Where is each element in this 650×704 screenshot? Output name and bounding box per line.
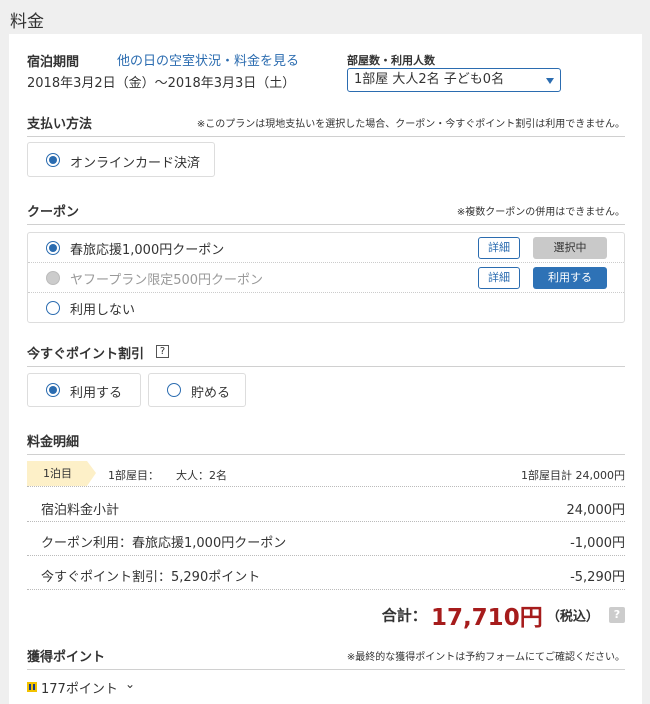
coupon-detail-button[interactable]: 詳細 <box>478 267 520 289</box>
rooms-select-value: 1部屋 大人2名 子ども0名 <box>354 72 505 87</box>
coupon-item[interactable]: 春旅応援1,000円クーポン 詳細 選択中 <box>28 233 624 263</box>
points-header: 今すぐポイント割引 ? <box>27 343 625 367</box>
room-total: 1部屋目計 24,000円 <box>521 469 625 482</box>
coupon-label: ヤフープラン限定500円クーポン <box>70 273 264 288</box>
total-value: 17,710円 <box>430 605 543 631</box>
radio-unchecked-icon <box>46 301 60 315</box>
radio-disabled-icon <box>46 271 60 285</box>
payment-option-label: オンラインカード決済 <box>70 156 201 171</box>
stay-dates: 2018年3月2日（金）〜2018年3月3日（土） <box>27 76 296 91</box>
rooms-select[interactable]: 1部屋 大人2名 子ども0名 <box>347 68 561 92</box>
payment-option-card[interactable]: オンラインカード決済 <box>27 142 215 177</box>
tpoint-icon <box>27 682 37 692</box>
radio-checked-icon <box>46 153 60 167</box>
payment-title: 支払い方法 <box>27 117 93 132</box>
availability-link[interactable]: 他の日の空室状況・料金を見る <box>117 50 299 69</box>
coupon-item[interactable]: 利用しない <box>28 293 624 323</box>
points-title: 今すぐポイント割引 <box>27 347 145 362</box>
night-tag: 1泊目 <box>27 461 87 486</box>
points-use-label: 利用する <box>70 386 123 401</box>
breakdown-row-label: 今すぐポイント割引：5,290ポイント <box>41 570 261 585</box>
stay-label: 宿泊期間 <box>27 55 80 70</box>
help-icon[interactable]: ? <box>156 345 169 358</box>
breakdown-row-value: -1,000円 <box>570 536 625 551</box>
radio-checked-icon <box>46 241 60 255</box>
breakdown-row-label: 宿泊料金小計 <box>41 503 120 518</box>
chevron-down-icon <box>546 78 554 84</box>
tax-label: （税込） <box>546 609 599 625</box>
points-save-label: 貯める <box>191 386 231 401</box>
guests-label: 大人：2名 <box>176 469 227 482</box>
total-label: 合計： <box>381 606 427 625</box>
coupon-note: ※複数クーポンの併用はできません。 <box>456 207 625 218</box>
points-use-option[interactable]: 利用する <box>27 373 141 407</box>
coupon-selected-button[interactable]: 選択中 <box>533 237 607 259</box>
breakdown-row-value: 24,000円 <box>566 503 626 518</box>
earned-header: 獲得ポイント ※最終的な獲得ポイントは予約フォームにてご確認ください。 <box>27 646 625 670</box>
coupon-use-button[interactable]: 利用する <box>533 267 607 289</box>
coupon-detail-button[interactable]: 詳細 <box>478 237 520 259</box>
breakdown-row: クーポン利用：春旅応援1,000円クーポン -1,000円 <box>27 522 625 556</box>
chevron-down-icon: ⌄ <box>125 677 136 691</box>
payment-note: ※このプランは現地支払いを選択した場合、クーポン・今すぐポイント割引は利用できま… <box>196 119 625 130</box>
radio-unchecked-icon <box>167 383 181 397</box>
help-icon[interactable]: ? <box>609 607 625 623</box>
coupon-list: 春旅応援1,000円クーポン 詳細 選択中 ヤフープラン限定500円クーポン 詳… <box>27 232 625 323</box>
radio-checked-icon <box>46 383 60 397</box>
coupon-item[interactable]: ヤフープラン限定500円クーポン 詳細 利用する <box>28 263 624 293</box>
coupon-label: 春旅応援1,000円クーポン <box>70 243 225 258</box>
room-label: 1部屋目： <box>108 469 159 482</box>
points-save-option[interactable]: 貯める <box>148 373 246 407</box>
earned-note: ※最終的な獲得ポイントは予約フォームにてご確認ください。 <box>346 652 625 663</box>
page-title: 料金 <box>10 12 44 32</box>
breakdown-header: 料金明細 <box>27 431 625 455</box>
breakdown-row: 今すぐポイント割引：5,290ポイント -5,290円 <box>27 556 625 590</box>
breakdown-title: 料金明細 <box>27 435 80 450</box>
breakdown-row-value: -5,290円 <box>570 570 625 585</box>
coupon-header: クーポン ※複数クーポンの併用はできません。 <box>27 201 625 225</box>
rooms-label: 部屋数・利用人数 <box>347 54 435 67</box>
earned-points-value: 177ポイント <box>41 682 118 697</box>
coupon-title: クーポン <box>27 205 80 220</box>
payment-header: 支払い方法 ※このプランは現地支払いを選択した場合、クーポン・今すぐポイント割引… <box>27 113 625 137</box>
breakdown-row-label: クーポン利用：春旅応援1,000円クーポン <box>41 536 287 551</box>
night-tag-arrow <box>87 461 96 486</box>
total-row: 合計： 17,710円 （税込） ? <box>381 598 625 631</box>
earned-title: 獲得ポイント <box>27 650 106 665</box>
coupon-label: 利用しない <box>70 303 136 318</box>
night-row: 1泊目 1部屋目： 大人：2名 1部屋目計 24,000円 <box>27 461 625 487</box>
breakdown-row: 宿泊料金小計 24,000円 <box>27 489 625 522</box>
price-panel: 宿泊期間 他の日の空室状況・料金を見る 2018年3月2日（金）〜2018年3月… <box>9 34 642 704</box>
